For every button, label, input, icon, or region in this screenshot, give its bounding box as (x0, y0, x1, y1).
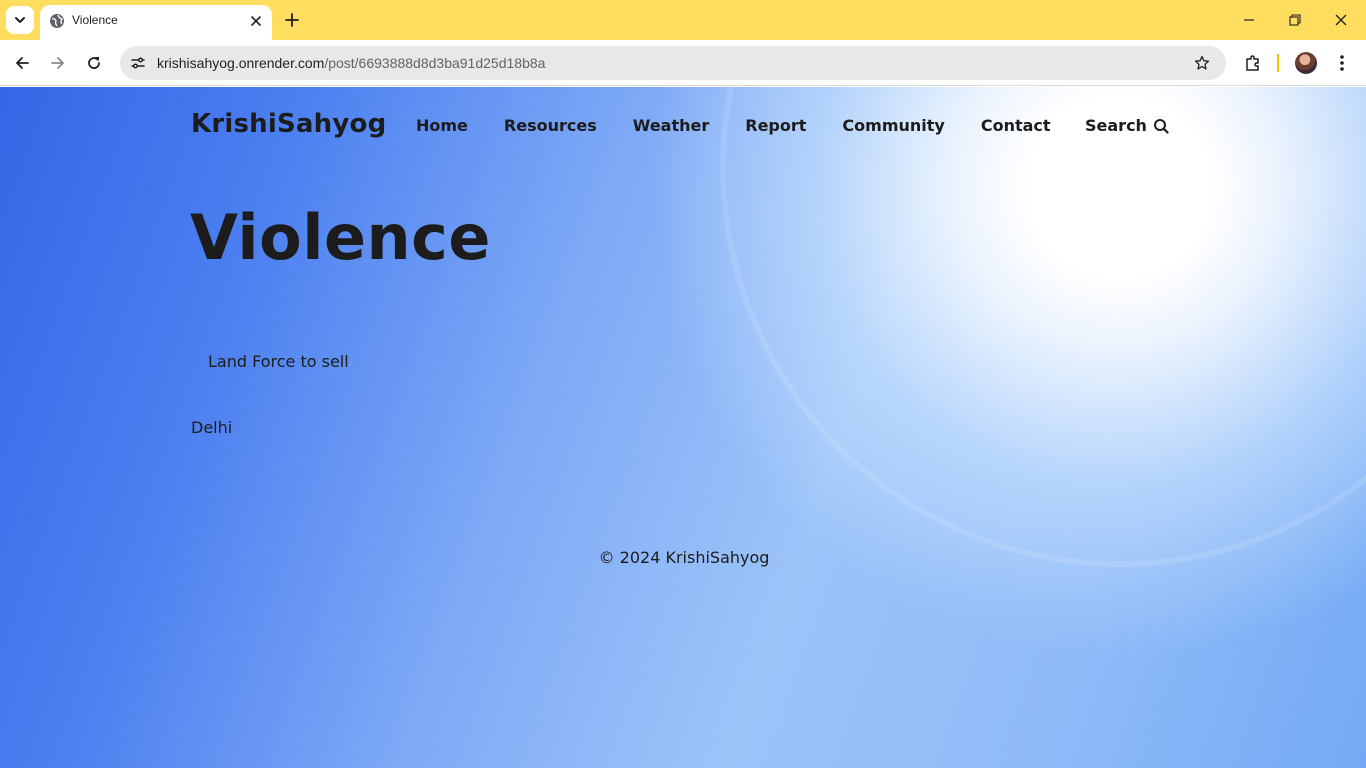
tab-close-button[interactable] (246, 11, 266, 31)
nav-report[interactable]: Report (745, 116, 806, 135)
reload-button[interactable] (80, 49, 108, 77)
new-tab-button[interactable] (280, 8, 304, 32)
nav-resources[interactable]: Resources (504, 116, 597, 135)
search-button[interactable]: Search (1085, 116, 1169, 135)
reload-icon (88, 57, 100, 69)
search-icon (1153, 118, 1169, 134)
minimize-icon (1244, 19, 1254, 21)
arrow-right-icon (51, 57, 64, 69)
minimize-button[interactable] (1226, 5, 1272, 35)
url-text[interactable]: krishisahyog.onrender.com/post/6693888d8… (157, 55, 545, 71)
search-label: Search (1085, 116, 1147, 135)
browser-tab-active[interactable]: Violence (40, 5, 272, 40)
arrow-left-icon (16, 57, 29, 69)
restore-button[interactable] (1272, 5, 1318, 35)
plus-icon (285, 13, 299, 27)
main-nav: Home Resources Weather Report Community … (416, 116, 1087, 135)
browser-tab-strip: Violence (0, 0, 1366, 40)
profile-avatar[interactable] (1295, 52, 1317, 74)
forward-button[interactable] (44, 49, 72, 77)
background-halo (720, 87, 1366, 567)
toolbar-divider (1277, 54, 1279, 72)
footer-copyright: © 2024 KrishiSahyog (598, 548, 770, 567)
restore-icon (1289, 14, 1301, 26)
bookmark-button[interactable] (1190, 51, 1214, 75)
star-icon (1194, 55, 1210, 70)
chevron-down-icon (15, 17, 25, 23)
browser-menu-button[interactable] (1330, 50, 1354, 76)
more-vertical-icon (1340, 55, 1344, 71)
globe-icon (50, 14, 64, 28)
site-logo[interactable]: KrishiSahyog (191, 109, 386, 139)
close-window-button[interactable] (1318, 5, 1364, 35)
address-bar[interactable]: krishisahyog.onrender.com/post/6693888d8… (120, 46, 1226, 80)
post-body: Land Force to sell (208, 352, 349, 371)
page-viewport: KrishiSahyog Home Resources Weather Repo… (0, 87, 1366, 768)
extensions-button[interactable] (1240, 50, 1266, 76)
tab-search-button[interactable] (6, 6, 34, 34)
post-title: Violence (190, 201, 491, 274)
close-icon (251, 16, 261, 26)
post-location: Delhi (191, 418, 233, 437)
close-icon (1335, 14, 1347, 26)
browser-toolbar: krishisahyog.onrender.com/post/6693888d8… (0, 40, 1366, 86)
tune-icon (131, 57, 145, 69)
nav-community[interactable]: Community (842, 116, 944, 135)
tab-title: Violence (72, 13, 118, 27)
nav-contact[interactable]: Contact (981, 116, 1051, 135)
nav-weather[interactable]: Weather (633, 116, 710, 135)
puzzle-icon (1246, 55, 1259, 71)
url-path: /post/6693888d8d3ba91d25d18b8a (324, 55, 546, 71)
url-host: krishisahyog.onrender.com (157, 55, 325, 71)
site-info-button[interactable] (126, 51, 150, 75)
back-button[interactable] (8, 49, 36, 77)
nav-home[interactable]: Home (416, 116, 468, 135)
